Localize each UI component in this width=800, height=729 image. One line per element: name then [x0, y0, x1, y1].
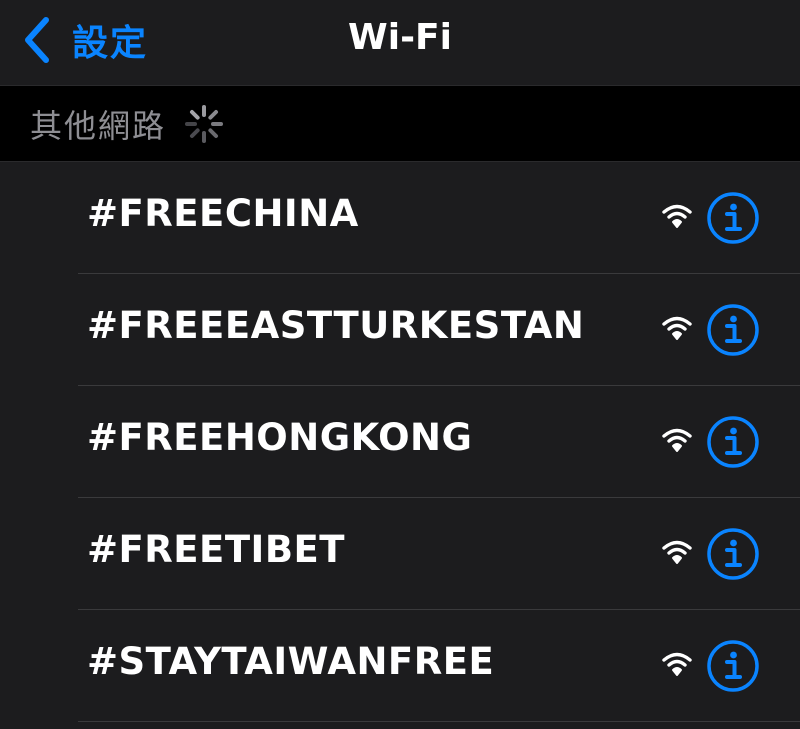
network-name: #FREECHINA — [87, 192, 359, 235]
wifi-icon — [662, 204, 692, 228]
info-icon — [707, 528, 759, 580]
wifi-icon — [662, 428, 692, 452]
info-icon — [707, 304, 759, 356]
network-row[interactable]: #STAYTAIWANFREE — [78, 610, 800, 722]
section-header: 其他網路 — [0, 86, 800, 162]
network-list: #FREECHINA #FREEEASTTURKESTAN #FREEHONGK… — [0, 162, 800, 722]
network-name: #FREETIBET — [87, 528, 346, 571]
navigation-bar: 設定 Wi-Fi — [0, 0, 800, 86]
network-row[interactable]: #FREETIBET — [78, 498, 800, 610]
activity-spinner-icon — [185, 104, 224, 143]
section-label: 其他網路 — [30, 106, 167, 145]
wifi-icon — [662, 652, 692, 676]
network-row[interactable]: #FREEEASTTURKESTAN — [78, 274, 800, 386]
network-row[interactable]: #FREEHONGKONG — [78, 386, 800, 498]
network-name: #STAYTAIWANFREE — [87, 640, 495, 683]
info-button[interactable] — [706, 303, 760, 357]
info-icon — [707, 640, 759, 692]
info-button[interactable] — [706, 639, 760, 693]
wifi-icon — [662, 540, 692, 564]
info-button[interactable] — [706, 415, 760, 469]
wifi-icon — [662, 316, 692, 340]
network-row[interactable]: #FREECHINA — [78, 162, 800, 274]
network-name: #FREEHONGKONG — [87, 416, 473, 459]
info-icon — [707, 192, 759, 244]
info-button[interactable] — [706, 191, 760, 245]
network-name: #FREEEASTTURKESTAN — [87, 304, 585, 347]
info-button[interactable] — [706, 527, 760, 581]
page-title: Wi-Fi — [348, 17, 452, 58]
info-icon — [707, 416, 759, 468]
